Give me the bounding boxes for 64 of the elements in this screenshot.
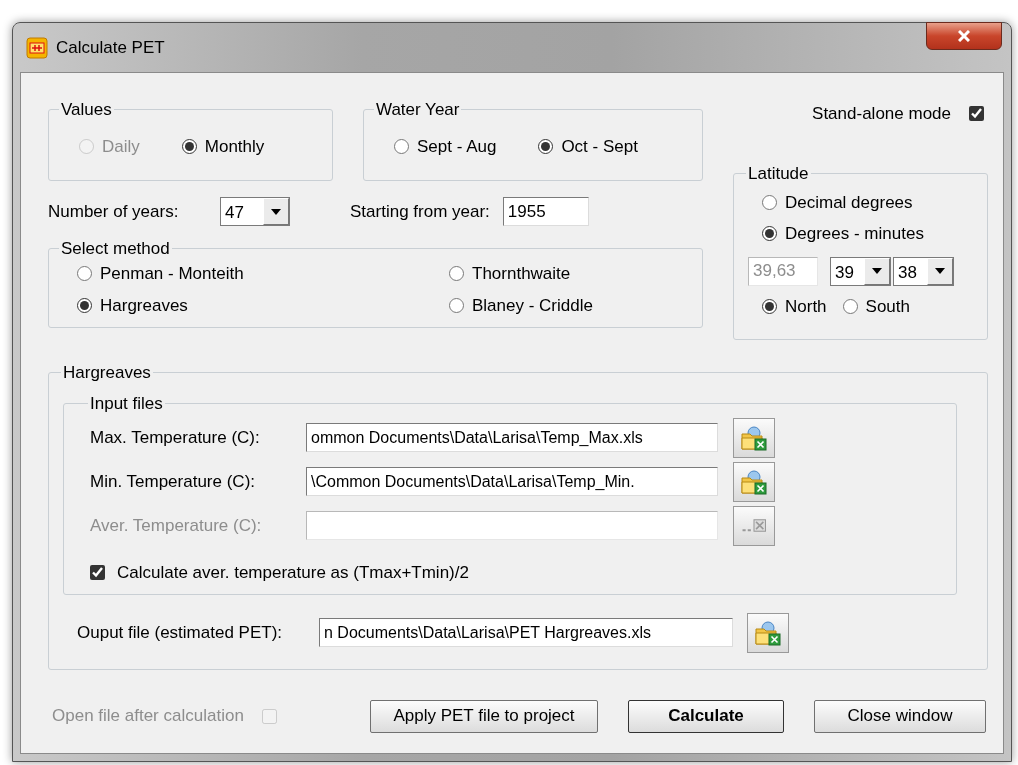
radio-button[interactable]	[762, 194, 777, 210]
option-label: North	[785, 295, 827, 318]
option-label: Oct - Sept	[561, 136, 638, 158]
dropdown[interactable]: 39	[830, 256, 891, 286]
option-label: Degrees - minutes	[785, 223, 924, 245]
radio-button[interactable]	[842, 298, 858, 314]
folder-icon	[741, 424, 767, 451]
option-label: Penman - Monteith	[100, 263, 244, 285]
browse-button[interactable]	[747, 612, 789, 653]
option-label: Hargreaves	[100, 294, 188, 317]
radio-button[interactable]	[449, 266, 464, 282]
folder-icon	[741, 468, 767, 495]
field-label: Number of years:	[48, 200, 180, 223]
folder-icon	[755, 619, 781, 646]
field-label: Max. Temperature (C):	[90, 426, 261, 449]
spreadsheet-icon	[742, 519, 766, 532]
radio-button[interactable]	[762, 298, 777, 314]
field-label: Min. Temperature (C):	[90, 470, 256, 493]
group-title: Select method	[60, 240, 171, 257]
close-button[interactable]	[926, 22, 1002, 50]
option-label: Sept - Aug	[417, 136, 497, 158]
dropdown-arrow-button[interactable]	[927, 257, 953, 285]
year-field[interactable]: 1955	[502, 197, 589, 226]
radio-button[interactable]	[538, 139, 554, 155]
field-label: Ouput file (estimated PET):	[77, 621, 284, 644]
option-label: Thornthwaite	[472, 263, 571, 285]
checkbox-label: Calculate aver. temperature as (Tmax+Tmin)/2	[117, 561, 469, 584]
option-label: Monthly	[204, 136, 265, 158]
browse-button[interactable]	[733, 417, 775, 458]
radio-button[interactable]	[77, 266, 92, 282]
close-icon	[958, 30, 970, 42]
group-title: Latitude	[747, 164, 810, 182]
checkbox-label: Stand-alone mode	[812, 103, 951, 125]
dialog-button[interactable]: Close window	[814, 699, 986, 733]
option-label: Decimal degrees	[785, 191, 913, 214]
dialog-button[interactable]: Apply PET file to project	[370, 699, 598, 733]
radio-button[interactable]	[449, 297, 464, 313]
dialog-button[interactable]: Calculate	[628, 699, 784, 733]
checkbox-label: Open file after calculation	[52, 705, 244, 728]
field-label: Aver. Temperature (C):	[90, 514, 263, 537]
file-path-field[interactable]: \Common Documents\Data\Larisa\Temp_Min.	[306, 467, 718, 496]
field-label: Starting from year:	[350, 200, 490, 223]
group-title: Input files	[89, 394, 164, 412]
radio-button[interactable]	[394, 139, 409, 155]
group-title: Values	[60, 101, 113, 118]
radio-button[interactable]	[762, 226, 777, 242]
dropdown[interactable]: 47	[220, 197, 290, 226]
window-title: Calculate PET	[56, 36, 165, 59]
dropdown-arrow-button[interactable]	[864, 257, 890, 285]
dropdown-arrow-button[interactable]	[263, 198, 289, 225]
checkbox[interactable]	[90, 564, 105, 580]
group-title: Hargreaves	[62, 363, 152, 381]
group-title: Water Year	[375, 101, 461, 118]
browse-button[interactable]	[733, 461, 775, 502]
file-path-field[interactable]: ommon Documents\Data\Larisa\Temp_Max.xls	[306, 423, 718, 452]
radio-button[interactable]	[77, 297, 92, 313]
option-label: South	[865, 295, 910, 318]
file-path-field[interactable]: n Documents\Data\Larisa\PET Hargreaves.xls	[319, 618, 733, 647]
checkbox[interactable]	[969, 106, 984, 122]
option-label: Blaney - Criddle	[472, 294, 593, 317]
app-icon	[26, 36, 48, 59]
radio-button[interactable]	[181, 139, 197, 155]
option-label: Daily	[102, 136, 140, 158]
dropdown[interactable]: 38	[893, 256, 954, 286]
